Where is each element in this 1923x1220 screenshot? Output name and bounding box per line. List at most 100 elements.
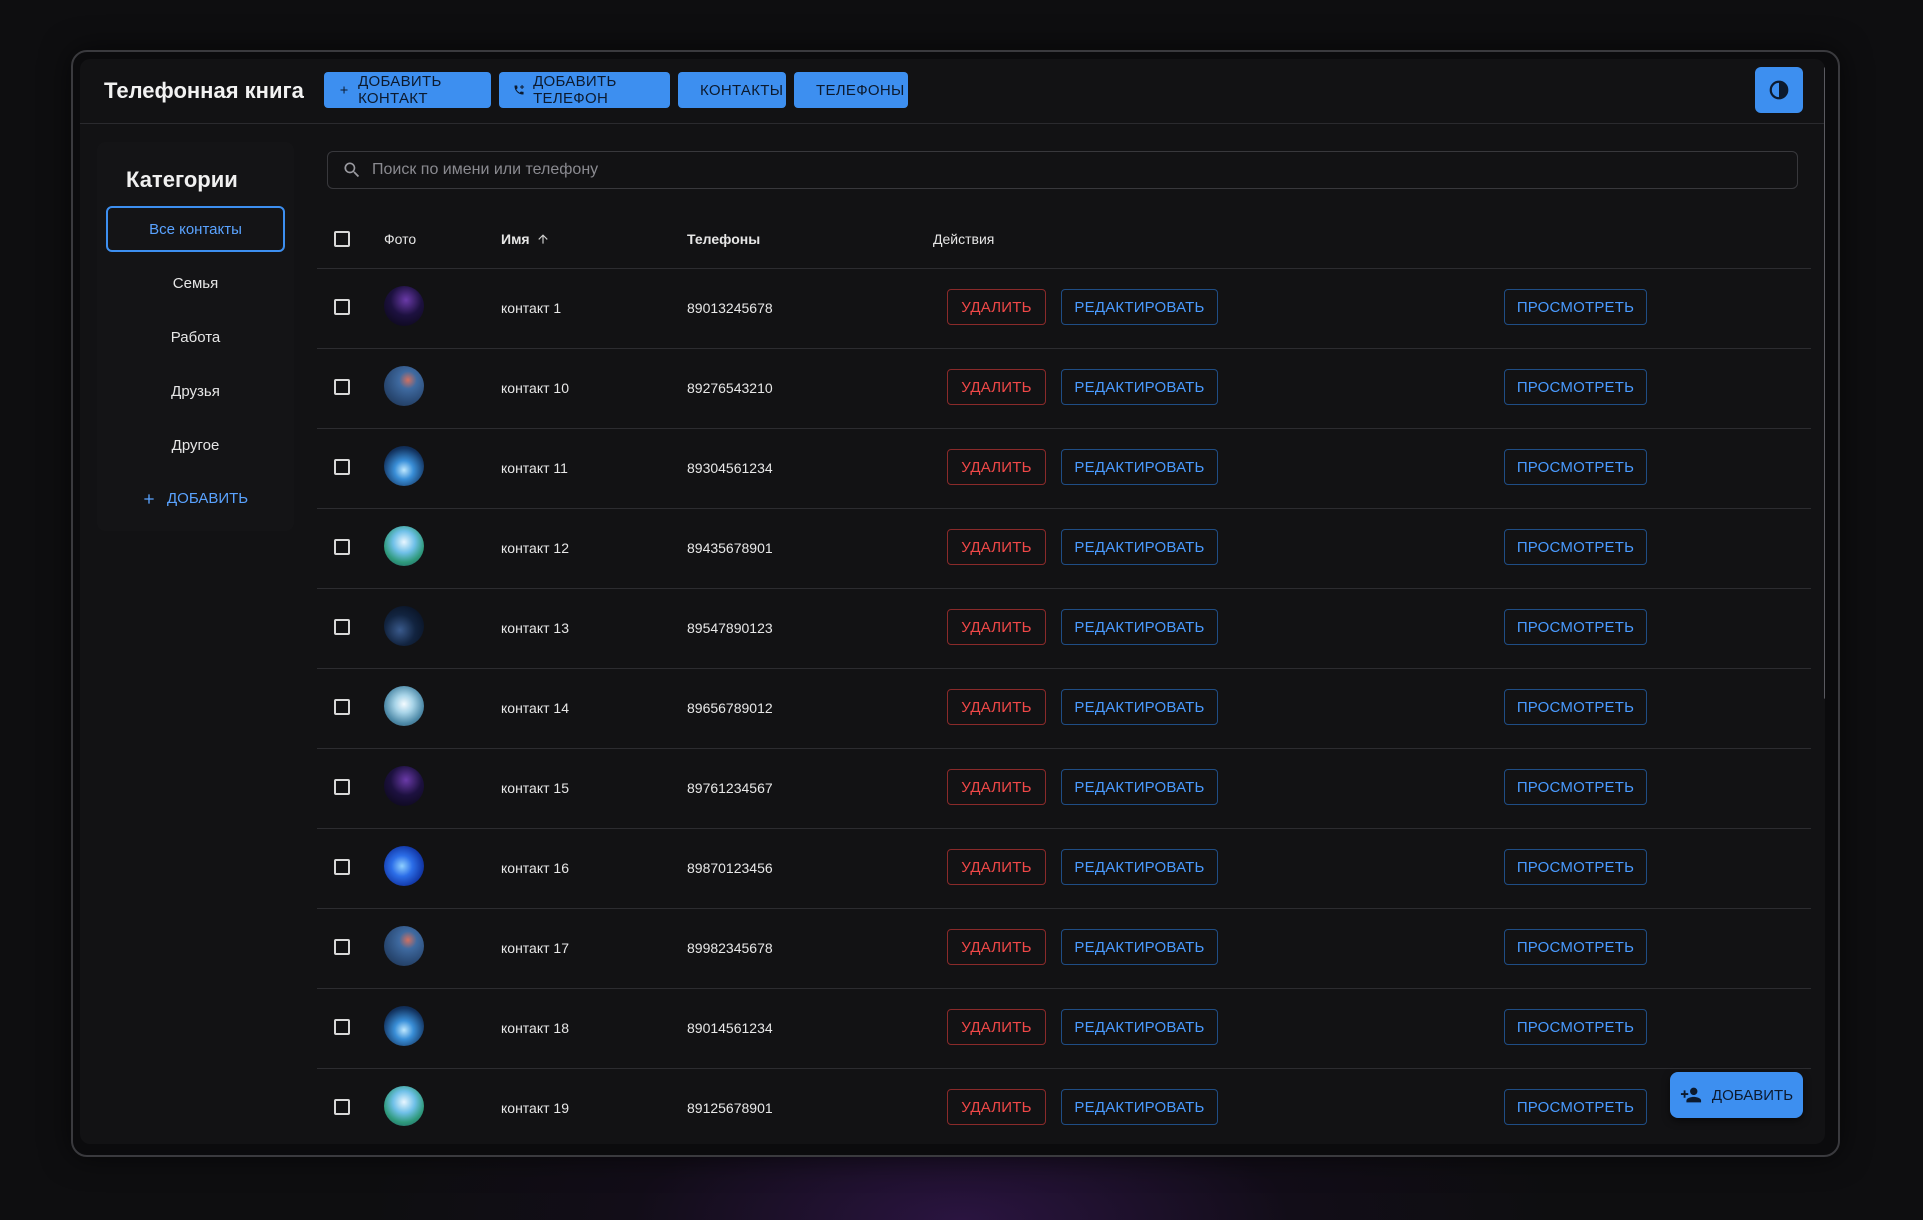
search-placeholder: Поиск по имени или телефону [372, 161, 599, 178]
contact-avatar [384, 686, 424, 726]
category-other[interactable]: Другое [106, 422, 285, 468]
contact-name: контакт 18 [501, 1020, 569, 1036]
row-checkbox[interactable] [334, 859, 350, 875]
view-button[interactable]: ПРОСМОТРЕТЬ [1504, 929, 1647, 965]
contact-name: контакт 10 [501, 380, 569, 396]
edit-button[interactable]: РЕДАКТИРОВАТЬ [1061, 849, 1218, 885]
edit-button[interactable]: РЕДАКТИРОВАТЬ [1061, 929, 1218, 965]
add-phone-button[interactable]: ДОБАВИТЬ ТЕЛЕФОН [499, 72, 670, 108]
view-button[interactable]: ПРОСМОТРЕТЬ [1504, 1089, 1647, 1125]
edit-button[interactable]: РЕДАКТИРОВАТЬ [1061, 289, 1218, 325]
contact-avatar [384, 446, 424, 486]
table-row: контакт 17 89982345678 УДАЛИТЬ РЕДАКТИРОВАТ… [317, 909, 1811, 989]
contact-phone: 89276543210 [687, 380, 773, 396]
delete-button[interactable]: УДАЛИТЬ [947, 369, 1046, 405]
view-button[interactable]: ПРОСМОТРЕТЬ [1504, 689, 1647, 725]
edit-button[interactable]: РЕДАКТИРОВАТЬ [1061, 689, 1218, 725]
row-checkbox[interactable] [334, 939, 350, 955]
view-button[interactable]: ПРОСМОТРЕТЬ [1504, 449, 1647, 485]
contact-phone: 89125678901 [687, 1100, 773, 1116]
contact-phone: 89656789012 [687, 700, 773, 716]
category-all-contacts[interactable]: Все контакты [106, 206, 285, 252]
row-checkbox[interactable] [334, 779, 350, 795]
header-name[interactable]: Имя [501, 231, 550, 247]
search-icon [344, 162, 360, 178]
contact-avatar [384, 766, 424, 806]
vertical-scrollbar[interactable] [1824, 67, 1825, 699]
contact-phone: 89013245678 [687, 300, 773, 316]
top-bar: Телефонная книга ДОБАВИТЬ КОНТАКТ ДОБАВИ… [80, 59, 1825, 124]
header-photo: Фото [384, 231, 417, 247]
edit-button[interactable]: РЕДАКТИРОВАТЬ [1061, 1009, 1218, 1045]
contact-phone: 89982345678 [687, 940, 773, 956]
view-button[interactable]: ПРОСМОТРЕТЬ [1504, 369, 1647, 405]
category-friends[interactable]: Друзья [106, 368, 285, 414]
phonebook-app: Телефонная книга ДОБАВИТЬ КОНТАКТ ДОБАВИ… [80, 59, 1825, 1144]
edit-button[interactable]: РЕДАКТИРОВАТЬ [1061, 449, 1218, 485]
edit-button[interactable]: РЕДАКТИРОВАТЬ [1061, 1089, 1218, 1125]
delete-button[interactable]: УДАЛИТЬ [947, 1089, 1046, 1125]
category-family[interactable]: Семья [106, 260, 285, 306]
row-checkbox[interactable] [334, 699, 350, 715]
delete-button[interactable]: УДАЛИТЬ [947, 849, 1046, 885]
contact-name: контакт 12 [501, 540, 569, 556]
category-work[interactable]: Работа [106, 314, 285, 360]
row-checkbox[interactable] [334, 299, 350, 315]
select-all-checkbox[interactable] [334, 231, 350, 247]
add-category-button[interactable]: ДОБАВИТЬ [141, 490, 248, 507]
table-row: контакт 10 89276543210 УДАЛИТЬ РЕДАКТИРОВАТ… [317, 349, 1811, 429]
table-row: контакт 16 89870123456 УДАЛИТЬ РЕДАКТИРОВАТ… [317, 829, 1811, 909]
edit-button[interactable]: РЕДАКТИРОВАТЬ [1061, 529, 1218, 565]
contact-name: контакт 19 [501, 1100, 569, 1116]
contact-phone: 89304561234 [687, 460, 773, 476]
contact-avatar [384, 1086, 424, 1126]
add-contact-fab[interactable]: ДОБАВИТЬ [1670, 1072, 1803, 1118]
edit-button[interactable]: РЕДАКТИРОВАТЬ [1061, 609, 1218, 645]
row-checkbox[interactable] [334, 1099, 350, 1115]
view-button[interactable]: ПРОСМОТРЕТЬ [1504, 289, 1647, 325]
person-add-icon [1680, 1087, 1702, 1103]
delete-button[interactable]: УДАЛИТЬ [947, 449, 1046, 485]
search-input[interactable]: Поиск по имени или телефону [327, 151, 1798, 189]
contact-name: контакт 16 [501, 860, 569, 876]
view-button[interactable]: ПРОСМОТРЕТЬ [1504, 849, 1647, 885]
contact-avatar [384, 606, 424, 646]
edit-button[interactable]: РЕДАКТИРОВАТЬ [1061, 769, 1218, 805]
view-button[interactable]: ПРОСМОТРЕТЬ [1504, 769, 1647, 805]
delete-button[interactable]: УДАЛИТЬ [947, 609, 1046, 645]
edit-button[interactable]: РЕДАКТИРОВАТЬ [1061, 369, 1218, 405]
table-row: контакт 18 89014561234 УДАЛИТЬ РЕДАКТИРОВАТ… [317, 989, 1811, 1069]
contact-avatar [384, 366, 424, 406]
table-row: контакт 14 89656789012 УДАЛИТЬ РЕДАКТИРОВАТ… [317, 669, 1811, 749]
delete-button[interactable]: УДАЛИТЬ [947, 529, 1046, 565]
phones-button[interactable]: ТЕЛЕФОНЫ [794, 72, 908, 108]
theme-toggle-button[interactable] [1755, 67, 1803, 113]
categories-title: Категории [126, 167, 238, 192]
row-checkbox[interactable] [334, 1019, 350, 1035]
contacts-table: Фото Имя Телефоны Действия контакт 1 8901… [317, 209, 1811, 1144]
delete-button[interactable]: УДАЛИТЬ [947, 929, 1046, 965]
contact-name: контакт 13 [501, 620, 569, 636]
contact-phone: 89761234567 [687, 780, 773, 796]
row-checkbox[interactable] [334, 459, 350, 475]
add-contact-button[interactable]: ДОБАВИТЬ КОНТАКТ [324, 72, 491, 108]
table-row: контакт 11 89304561234 УДАЛИТЬ РЕДАКТИРОВАТ… [317, 429, 1811, 509]
contact-name: контакт 1 [501, 300, 562, 316]
view-button[interactable]: ПРОСМОТРЕТЬ [1504, 609, 1647, 645]
delete-button[interactable]: УДАЛИТЬ [947, 289, 1046, 325]
table-row: контакт 13 89547890123 УДАЛИТЬ РЕДАКТИРОВАТ… [317, 589, 1811, 669]
header-phones: Телефоны [687, 231, 761, 247]
view-button[interactable]: ПРОСМОТРЕТЬ [1504, 529, 1647, 565]
delete-button[interactable]: УДАЛИТЬ [947, 689, 1046, 725]
contacts-button[interactable]: КОНТАКТЫ [678, 72, 786, 108]
contact-phone: 89014561234 [687, 1020, 773, 1036]
table-row: контакт 19 89125678901 УДАЛИТЬ РЕДАКТИРОВАТ… [317, 1069, 1811, 1144]
row-checkbox[interactable] [334, 379, 350, 395]
row-checkbox[interactable] [334, 619, 350, 635]
phone-add-icon [514, 84, 525, 95]
delete-button[interactable]: УДАЛИТЬ [947, 1009, 1046, 1045]
contrast-icon [1769, 80, 1789, 100]
row-checkbox[interactable] [334, 539, 350, 555]
view-button[interactable]: ПРОСМОТРЕТЬ [1504, 1009, 1647, 1045]
delete-button[interactable]: УДАЛИТЬ [947, 769, 1046, 805]
